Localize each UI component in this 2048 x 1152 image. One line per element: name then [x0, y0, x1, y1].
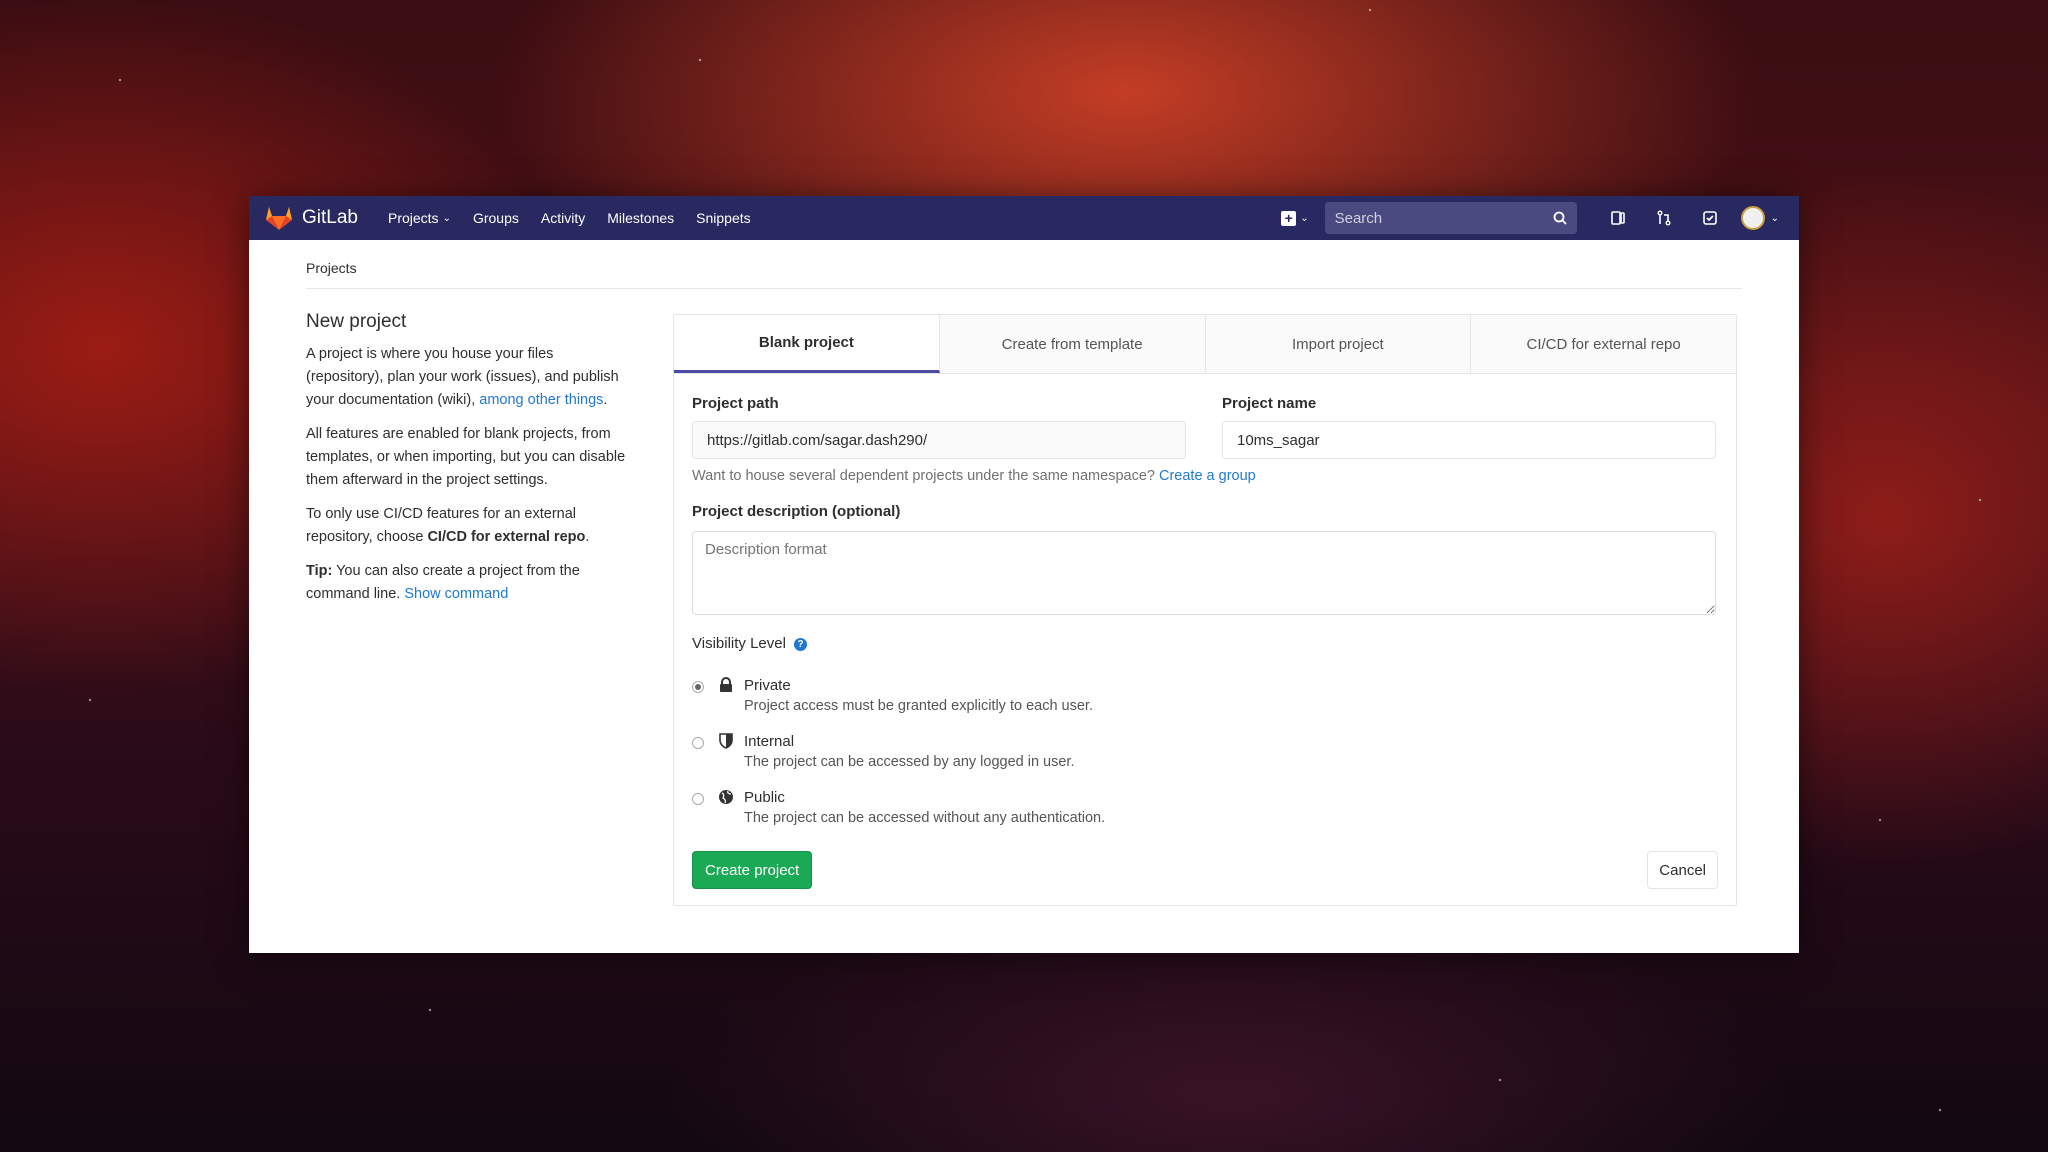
create-project-button[interactable]: Create project: [692, 851, 813, 889]
browser-window: GitLab Projects ⌄ Groups Activity Milest…: [249, 196, 1799, 953]
project-description-field[interactable]: [692, 531, 1716, 615]
visibility-internal-option[interactable]: Internal The project can be accessed by …: [692, 733, 1074, 770]
nav-groups[interactable]: Groups: [473, 210, 519, 226]
internal-radio[interactable]: [692, 737, 704, 749]
private-title: Private: [744, 677, 791, 694]
features-paragraph: All features are enabled for blank proje…: [306, 426, 626, 488]
project-name-label: Project name: [1222, 395, 1317, 412]
search-icon: [1553, 211, 1567, 225]
new-project-panel: Blank project Create from template Impor…: [673, 314, 1737, 906]
nav-snippets[interactable]: Snippets: [696, 210, 750, 226]
main-nav: Projects ⌄ Groups Activity Milestones Sn…: [388, 210, 773, 226]
breadcrumb-projects[interactable]: Projects: [306, 260, 357, 276]
cancel-button[interactable]: Cancel: [1647, 851, 1718, 889]
tab-create-from-template[interactable]: Create from template: [939, 315, 1206, 373]
chevron-down-icon: ⌄: [442, 212, 451, 224]
user-avatar[interactable]: [1740, 206, 1765, 230]
page-title: New project: [306, 311, 407, 332]
project-description-label: Project description (optional): [692, 503, 901, 520]
tab-cicd-external-repo[interactable]: CI/CD for external repo: [1471, 315, 1736, 373]
issues-icon[interactable]: [1607, 207, 1629, 229]
project-path-label: Project path: [692, 395, 779, 412]
merge-requests-icon[interactable]: [1653, 207, 1675, 229]
nav-milestones[interactable]: Milestones: [607, 210, 674, 226]
breadcrumb: Projects: [306, 260, 1742, 289]
navbar-tools: + ⌄ Search ⌄: [1281, 196, 1779, 240]
search-input[interactable]: Search: [1324, 202, 1577, 234]
search-placeholder: Search: [1334, 209, 1383, 227]
plus-icon: +: [1281, 210, 1297, 226]
todos-icon[interactable]: [1699, 207, 1721, 229]
tip-paragraph: Tip: You can also create a project from …: [306, 560, 626, 606]
nav-projects[interactable]: Projects ⌄: [388, 210, 451, 226]
project-path-field[interactable]: https://gitlab.com/sagar.dash290/: [692, 421, 1186, 459]
nav-projects-label: Projects: [387, 210, 439, 226]
chevron-down-icon[interactable]: ⌄: [1771, 213, 1779, 224]
tab-import-project[interactable]: Import project: [1205, 315, 1472, 373]
intro-sidebar: New project A project is where you house…: [306, 310, 626, 617]
namespace-hint: Want to house several dependent projects…: [692, 468, 1256, 484]
cicd-paragraph: To only use CI/CD features for an extern…: [306, 506, 590, 545]
intro-paragraph: A project is where you house your files …: [306, 346, 619, 408]
lock-icon: [716, 677, 736, 714]
cicd-bold: CI/CD for external repo: [427, 529, 586, 545]
project-tabs: Blank project Create from template Impor…: [674, 315, 1736, 374]
visibility-public-option[interactable]: Public The project can be accessed witho…: [692, 789, 1105, 826]
gitlab-logo[interactable]: GitLab: [265, 205, 358, 231]
show-command-link[interactable]: Show command: [404, 586, 508, 602]
nav-activity[interactable]: Activity: [541, 210, 585, 226]
private-desc: Project access must be granted explicitl…: [744, 698, 1093, 714]
globe-icon: [716, 789, 736, 826]
chevron-down-icon: ⌄: [1300, 212, 1309, 224]
public-desc: The project can be accessed without any …: [744, 810, 1106, 826]
visibility-private-option[interactable]: Private Project access must be granted e…: [692, 677, 1093, 714]
shield-icon: [716, 733, 736, 770]
among-other-things-link[interactable]: among other things: [479, 392, 603, 408]
project-name-field[interactable]: 10ms_sagar: [1222, 421, 1716, 459]
new-dropdown-button[interactable]: + ⌄: [1281, 210, 1309, 226]
internal-title: Internal: [744, 733, 795, 750]
namespace-hint-text: Want to house several dependent projects…: [692, 468, 1155, 484]
private-radio[interactable]: [692, 681, 704, 693]
brand-name: GitLab: [302, 207, 358, 228]
tanuki-icon: [266, 207, 292, 230]
visibility-level-text: Visibility Level: [692, 635, 786, 652]
create-group-link[interactable]: Create a group: [1159, 468, 1256, 484]
public-title: Public: [744, 789, 785, 806]
tip-label: Tip:: [306, 563, 333, 579]
public-radio[interactable]: [692, 793, 704, 805]
visibility-level-label: Visibility Level ?: [692, 635, 808, 652]
internal-desc: The project can be accessed by any logge…: [744, 754, 1075, 770]
top-navbar: GitLab Projects ⌄ Groups Activity Milest…: [249, 196, 1799, 240]
tab-blank-project[interactable]: Blank project: [674, 315, 940, 373]
help-icon[interactable]: ?: [794, 637, 808, 651]
